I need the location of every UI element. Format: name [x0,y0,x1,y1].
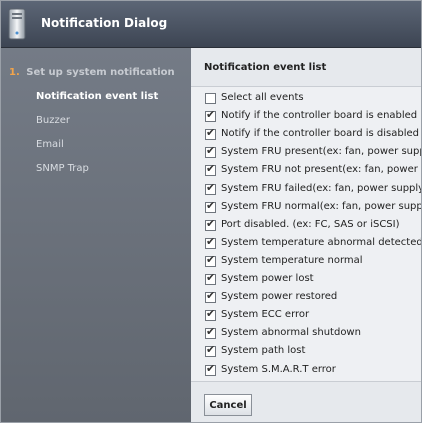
event-checkbox[interactable]: ✔ [205,253,216,267]
panel-title: Notification event list [204,62,327,73]
event-row[interactable]: ✔ System abnormal shutdown [205,326,421,342]
event-list: Select all events ✔ Notify if the controll… [191,89,422,379]
server-icon [8,8,26,40]
event-row[interactable]: ✔ Notify if the controller board is disab… [205,127,421,143]
event-checkbox[interactable]: ✔ [205,199,216,213]
event-checkbox[interactable]: ✔ [205,217,216,231]
event-row[interactable]: ✔ System FRU present(ex: fan, power suppl… [205,145,421,161]
event-label: System temperature normal [221,254,363,266]
event-checkbox[interactable]: ✔ [205,127,216,141]
event-checkbox[interactable]: ✔ [205,290,216,304]
check-mark-icon: ✔ [206,163,216,176]
event-row[interactable]: ✔ Notify if the controller board is enabl… [205,109,421,125]
event-row[interactable]: ✔ System FRU normal(ex: fan, power supply… [205,199,421,216]
event-checkbox[interactable]: ✔ [205,344,216,358]
check-mark-icon: ✔ [206,272,216,284]
check-mark-icon: ✔ [206,217,216,230]
step-heading: 1. Set up system notification [9,67,175,78]
event-row[interactable]: ✔ System temperature normal [205,253,421,270]
event-row[interactable]: ✔ System ECC error [205,308,421,324]
notification-dialog: Notification Dialog 1. Set up system not… [0,0,422,423]
event-label: Notify if the controller board is disabl… [221,128,420,140]
panel-footer: Cancel [191,381,421,422]
event-checkbox[interactable]: ✔ [205,145,216,159]
event-checkbox[interactable]: ✔ [205,362,216,376]
event-label: Notify if the controller board is enable… [221,110,418,122]
check-mark-icon: ✔ [206,145,216,158]
event-list-panel: Notification event list Select all event… [191,48,422,422]
event-row[interactable]: ✔ System S.M.A.R.T error [205,362,421,379]
event-row[interactable]: ✔ System temperature abnormal detected [205,235,422,252]
event-label: System path lost [221,345,306,357]
event-row[interactable]: ✔ System FRU failed(ex: fan, power supply… [205,181,421,198]
event-row[interactable]: ✔ Port disabled. (ex: FC, SAS or iSCSI) [205,217,421,234]
check-mark-icon: ✔ [206,253,216,266]
check-mark-icon: ✔ [206,181,216,194]
check-mark-icon: ✔ [206,127,216,140]
step-label: Set up system notification [26,67,175,78]
event-label: Select all events [221,92,304,103]
event-row[interactable]: ✔ System power restored [205,290,421,306]
select-all-checkbox[interactable] [205,93,216,104]
panel-header: Notification event list [191,48,421,87]
check-mark-icon: ✔ [206,235,216,248]
window-title: Notification Dialog [41,16,168,30]
check-mark-icon: ✔ [206,344,216,357]
event-checkbox[interactable]: ✔ [205,163,216,177]
check-mark-icon: ✔ [206,199,216,212]
check-mark-icon: ✔ [206,109,216,122]
sidebar-item-notification-event-list[interactable]: Notification event list [36,91,158,102]
event-row[interactable]: ✔ System path lost [205,344,421,360]
event-checkbox[interactable]: ✔ [205,181,216,195]
event-checkbox[interactable]: ✔ [205,308,216,322]
event-checkbox[interactable]: ✔ [205,326,216,340]
event-label: System FRU present(ex: fan, power supply… [221,146,421,158]
sidebar-item-buzzer[interactable]: Buzzer [36,115,70,126]
event-label: Port disabled. (ex: FC, SAS or iSCSI) [221,218,400,230]
sidebar: 1. Set up system notification Notificati… [1,48,191,422]
event-label: System FRU failed(ex: fan, power supply,… [221,182,421,194]
event-row[interactable]: ✔ System FRU not present(ex: fan, power s… [205,163,421,179]
event-label: System FRU not present(ex: fan, power su… [221,164,421,176]
event-label: System ECC error [221,309,310,321]
select-all-row[interactable]: Select all events [205,91,421,107]
cancel-button[interactable]: Cancel [204,394,252,416]
title-bar: Notification Dialog [1,1,421,48]
sidebar-item-email[interactable]: Email [36,139,64,150]
event-label: System abnormal shutdown [221,327,361,339]
event-row[interactable]: ✔ System power lost [205,272,421,288]
check-mark-icon: ✔ [206,326,216,339]
event-checkbox[interactable]: ✔ [205,109,216,123]
event-label: System FRU normal(ex: fan, power supply,… [221,200,421,212]
event-label: System power restored [221,291,338,303]
check-mark-icon: ✔ [206,290,216,303]
check-mark-icon: ✔ [206,308,216,321]
check-mark-icon: ✔ [206,362,216,375]
step-number: 1. [9,67,20,78]
event-label: System S.M.A.R.T error [221,363,336,375]
event-checkbox[interactable]: ✔ [205,235,216,249]
event-checkbox[interactable]: ✔ [205,272,216,285]
sidebar-item-snmp-trap[interactable]: SNMP Trap [36,163,89,174]
event-label: System power lost [221,273,314,284]
event-label: System temperature abnormal detected [221,236,422,248]
